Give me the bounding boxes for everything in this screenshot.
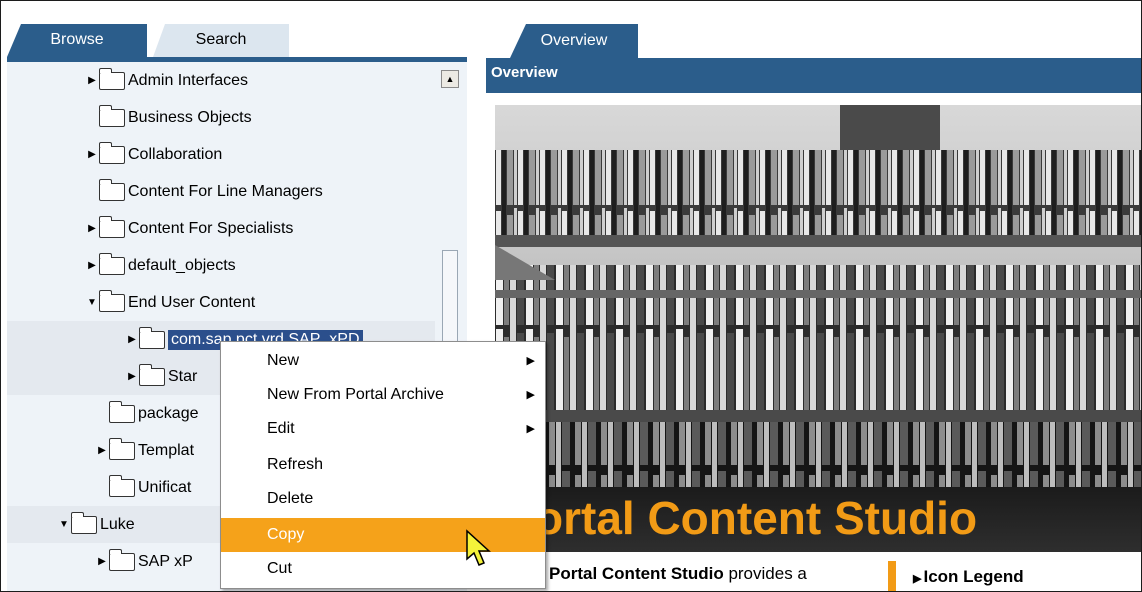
folder-icon [98, 178, 125, 201]
expand-arrow-icon[interactable]: ▶ [87, 148, 97, 162]
menu-item-new[interactable]: New ▶ [221, 344, 545, 378]
portal-content-studio-window: Browse Search ▶ Admin Interfaces Busines… [0, 0, 1142, 592]
icon-legend-label: Icon Legend [923, 567, 1024, 586]
scroll-up-icon[interactable]: ▲ [441, 70, 459, 88]
tree-item-label: Content For Line Managers [128, 182, 323, 200]
tree-item-label: Star [168, 367, 198, 385]
overview-description: Portal Content Studio provides a [549, 564, 807, 584]
expand-arrow-icon[interactable]: ▶ [87, 74, 97, 88]
submenu-arrow-icon: ▶ [526, 355, 535, 367]
context-menu: New ▶ New From Portal Archive ▶ Edit ▶ R… [220, 341, 546, 589]
folder-icon [108, 474, 135, 497]
collapse-arrow-icon[interactable]: ▼ [87, 296, 97, 310]
folder-icon [98, 141, 125, 164]
description-bold: Portal Content Studio [549, 564, 724, 583]
tree-item-label: Luke [100, 515, 135, 533]
tree-item-label: default_objects [128, 256, 236, 274]
tree-item-content-line-managers[interactable]: Content For Line Managers [7, 173, 435, 210]
scrollbar-thumb[interactable] [442, 250, 458, 352]
folder-icon [98, 215, 125, 238]
folder-icon [98, 289, 125, 312]
left-tab-strip: Browse Search [7, 24, 467, 58]
menu-item-new-from-portal-archive[interactable]: New From Portal Archive ▶ [221, 378, 545, 412]
menu-item-edit[interactable]: Edit ▶ [221, 412, 545, 446]
tree-item-label: End User Content [128, 293, 256, 311]
expand-arrow-icon[interactable]: ▶ [97, 555, 107, 569]
menu-item-label: New [267, 352, 300, 369]
expand-arrow-icon[interactable]: ▶ [87, 259, 97, 273]
collapse-arrow-icon[interactable]: ▼ [59, 518, 69, 532]
submenu-arrow-icon: ▶ [526, 423, 535, 435]
description-text: provides a [723, 564, 807, 583]
tree-item-label: Content For Specialists [128, 219, 294, 237]
tree-item-collaboration[interactable]: ▶ Collaboration [7, 136, 435, 173]
tree-item-label: Admin Interfaces [128, 71, 249, 89]
menu-item-label: Edit [267, 420, 295, 437]
description-separator [888, 561, 896, 591]
banner-strip: ortal Content Studio [495, 487, 1141, 552]
folder-icon [98, 104, 125, 127]
menu-item-refresh[interactable]: Refresh [221, 448, 545, 482]
tree-item-label: Business Objects [128, 108, 252, 126]
submenu-arrow-icon: ▶ [526, 389, 535, 401]
tree-item-label: Collaboration [128, 145, 223, 163]
menu-item-label: New From Portal Archive [267, 386, 444, 403]
tree-item-label: package [138, 404, 199, 422]
tree-item-content-specialists[interactable]: ▶ Content For Specialists [7, 210, 435, 247]
tree-item-end-user-content[interactable]: ▼ End User Content [7, 284, 435, 321]
menu-item-label: Copy [267, 526, 305, 543]
banner-title: ortal Content Studio [535, 492, 978, 544]
folder-icon [70, 511, 97, 534]
menu-item-label: Cut [267, 560, 292, 577]
tab-search[interactable]: Search [153, 24, 289, 57]
menu-item-copy[interactable]: Copy [221, 518, 545, 552]
mouse-pointer-icon [466, 529, 491, 566]
tree-item-label: Unificat [138, 478, 192, 496]
expand-arrow-icon: ▶ [913, 573, 922, 585]
overview-header: Overview [486, 58, 1141, 93]
menu-item-delete[interactable]: Delete [221, 482, 545, 516]
library-bookshelf-image: ortal Content Studio [495, 105, 1141, 552]
folder-icon [98, 67, 125, 90]
folder-icon [138, 326, 165, 349]
menu-item-label: Delete [267, 490, 314, 507]
bookshelf-illustration [495, 105, 1141, 487]
folder-icon [98, 252, 125, 275]
folder-icon [138, 363, 165, 386]
tree-item-admin-interfaces[interactable]: ▶ Admin Interfaces [7, 62, 435, 99]
menu-item-cut[interactable]: Cut [221, 552, 545, 586]
expand-arrow-icon[interactable]: ▶ [87, 222, 97, 236]
tree-item-default-objects[interactable]: ▶ default_objects [7, 247, 435, 284]
expand-arrow-icon[interactable]: ▶ [127, 333, 137, 347]
tree-item-business-objects[interactable]: Business Objects [7, 99, 435, 136]
tab-overview[interactable]: Overview [510, 24, 638, 58]
tree-item-label: SAP xP [138, 552, 193, 570]
tab-browse[interactable]: Browse [7, 24, 147, 57]
expand-arrow-icon[interactable]: ▶ [97, 444, 107, 458]
expand-arrow-icon[interactable]: ▶ [127, 370, 137, 384]
folder-icon [108, 400, 135, 423]
folder-icon [108, 437, 135, 460]
menu-item-label: Refresh [267, 456, 324, 473]
folder-icon [108, 548, 135, 571]
tree-item-label: Templat [138, 441, 195, 459]
icon-legend[interactable]: ▶ Icon Legend [913, 567, 1024, 587]
